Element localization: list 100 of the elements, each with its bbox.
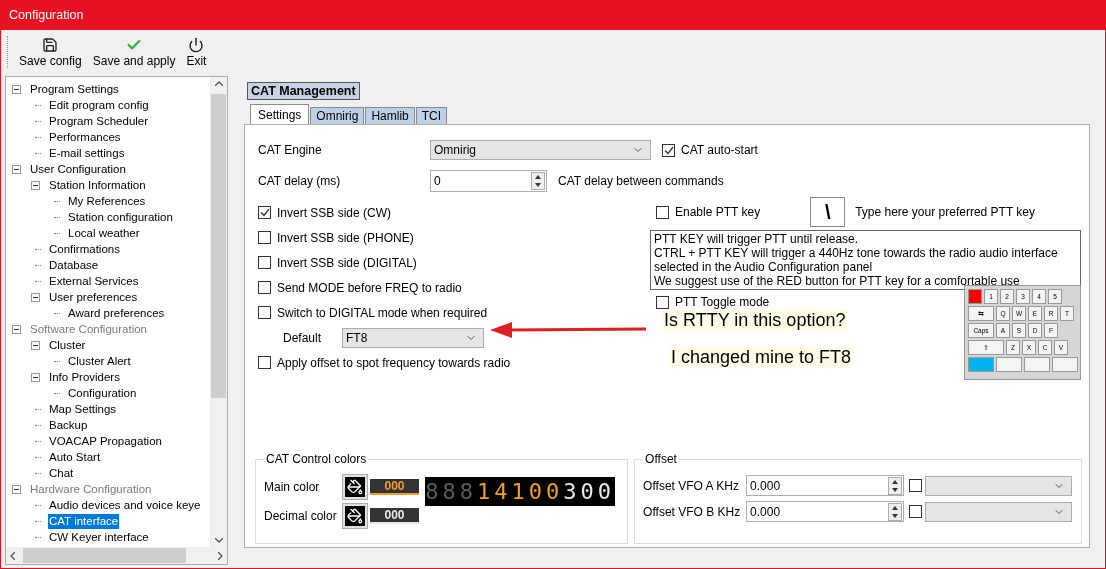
tree-item[interactable]: Program Scheduler (48, 113, 150, 129)
tree-item[interactable]: Info Providers (48, 369, 121, 385)
scroll-down-icon[interactable] (214, 538, 223, 543)
power-icon (188, 37, 205, 53)
tree-item[interactable]: Chat (48, 465, 75, 481)
tree-item[interactable]: Program Settings (29, 81, 120, 97)
field-label: Offset VFO A KHz (643, 478, 740, 493)
checkbox[interactable] (258, 356, 271, 369)
tree-item[interactable]: External Services (48, 273, 140, 289)
checkbox[interactable] (662, 143, 675, 157)
collapse-icon[interactable] (31, 292, 40, 302)
checkbox[interactable] (258, 256, 271, 269)
checkbox[interactable] (909, 479, 923, 492)
collapse-icon[interactable] (31, 180, 40, 190)
tree-item[interactable]: Map Settings (48, 401, 118, 417)
collapse-icon[interactable] (12, 84, 21, 94)
option-label: Invert SSB side (CW) (277, 205, 392, 220)
section-title: CAT Management (247, 82, 360, 100)
collapse-icon[interactable] (31, 372, 40, 382)
tree-item[interactable]: My References (67, 193, 147, 209)
paint-bucket-icon (347, 479, 363, 495)
option-label: Invert SSB side (DIGITAL) (277, 255, 417, 270)
group-title: Offset (644, 452, 678, 466)
group-title: CAT Control colors (265, 452, 368, 466)
checkbox[interactable] (258, 306, 271, 319)
tree-item[interactable]: Performances (48, 129, 122, 145)
collapse-icon[interactable] (12, 164, 21, 174)
color-value: 000 (370, 508, 419, 524)
offset-field[interactable]: 0.000 (746, 475, 905, 496)
field-label: CAT delay (ms) (258, 174, 342, 188)
cat-delay-field[interactable]: 0 (430, 170, 547, 192)
field-label: Offset VFO B KHz (643, 504, 742, 519)
tree-item[interactable]: User preferences (48, 289, 139, 305)
tree-item[interactable]: E-mail settings (48, 145, 126, 161)
tree-item[interactable]: Software Configuration (29, 321, 148, 337)
frequency-display: 8 8 8 1 4 1 0 0 3 0 0 (425, 477, 615, 506)
tree-item[interactable]: Cluster Alert (67, 353, 132, 369)
window-title: Configuration (9, 8, 84, 22)
default-mode-dropdown[interactable]: FT8 (342, 327, 484, 348)
tab[interactable]: TCI (415, 107, 448, 124)
color-picker-button[interactable] (342, 503, 368, 529)
checkbox[interactable] (258, 281, 271, 294)
scroll-up-icon[interactable] (214, 81, 223, 86)
spin-buttons[interactable] (888, 476, 903, 495)
option-label: PTT Toggle mode (675, 295, 770, 309)
field-hint: CAT delay between commands (558, 174, 724, 188)
tree-item[interactable]: Local weather (67, 225, 141, 241)
tree-item[interactable]: Station configuration (67, 209, 174, 225)
horizontal-scrollbar[interactable] (6, 547, 227, 564)
save-button[interactable]: Save config (18, 37, 83, 68)
checkbox[interactable] (258, 231, 271, 244)
spin-buttons[interactable] (888, 502, 903, 521)
scroll-left-icon[interactable] (10, 551, 15, 560)
field-label: Default (283, 330, 323, 345)
vertical-scrollbar[interactable] (210, 77, 227, 547)
tab[interactable]: Settings (250, 104, 310, 124)
tree-item[interactable]: Station Information (48, 177, 147, 193)
option-label: Enable PTT key (675, 205, 761, 219)
collapse-icon[interactable] (31, 340, 40, 350)
tree-item[interactable]: Confirmations (48, 241, 121, 257)
ptt-key-field[interactable]: \ (810, 197, 846, 227)
tree-item[interactable]: Award preferences (67, 305, 166, 321)
exit-button[interactable]: Exit (185, 37, 208, 68)
option-label: Switch to DIGITAL mode when required (277, 305, 488, 320)
tab[interactable]: Omnirig (310, 107, 365, 124)
field-label: CAT Engine (258, 143, 323, 157)
apply-button[interactable]: Save and apply (91, 37, 177, 68)
tab[interactable]: Hamlib (365, 107, 415, 124)
tree-item[interactable]: CW Keyer interface (48, 529, 150, 545)
spin-buttons[interactable] (531, 172, 545, 190)
option-label: Send MODE before FREQ to radio (277, 280, 462, 295)
tree-item[interactable]: Hardware Configuration (29, 481, 153, 497)
collapse-icon[interactable] (12, 324, 21, 334)
field-hint: Type here your preferred PTT key (855, 205, 1035, 219)
checkbox[interactable] (656, 295, 669, 309)
tree-item[interactable]: Cluster (48, 337, 87, 353)
annotation-text: Is RTTY in this option? (662, 310, 848, 331)
collapse-icon[interactable] (12, 484, 21, 494)
option-label: Apply offset to spot frequency towards radio (277, 355, 511, 370)
cat-engine-dropdown[interactable]: Omnirig (430, 140, 651, 160)
color-value: 000 (370, 479, 419, 495)
tree-item[interactable]: CAT interface (48, 513, 120, 529)
tree-item[interactable]: User Configuration (29, 161, 127, 177)
paint-bucket-icon (347, 508, 363, 524)
offset-field[interactable]: 0.000 (746, 501, 905, 522)
checkbox[interactable] (656, 205, 669, 219)
field-label: Main color (264, 480, 321, 494)
option-label: Invert SSB side (PHONE) (277, 230, 414, 245)
tree-item[interactable]: Edit program config (48, 97, 150, 113)
color-picker-button[interactable] (342, 474, 368, 500)
checkbox[interactable] (258, 206, 271, 219)
tree-item[interactable]: Configuration (67, 385, 138, 401)
checkbox[interactable] (909, 505, 923, 518)
option-label: CAT auto-start (681, 143, 758, 157)
tree-item[interactable]: Backup (48, 417, 89, 433)
tree-item[interactable]: Auto Start (48, 449, 102, 465)
tree-item[interactable]: VOACAP Propagation (48, 433, 163, 449)
scroll-right-icon[interactable] (218, 551, 223, 560)
tree-item[interactable]: Database (48, 257, 100, 273)
tree-item[interactable]: Audio devices and voice keye (48, 497, 202, 513)
